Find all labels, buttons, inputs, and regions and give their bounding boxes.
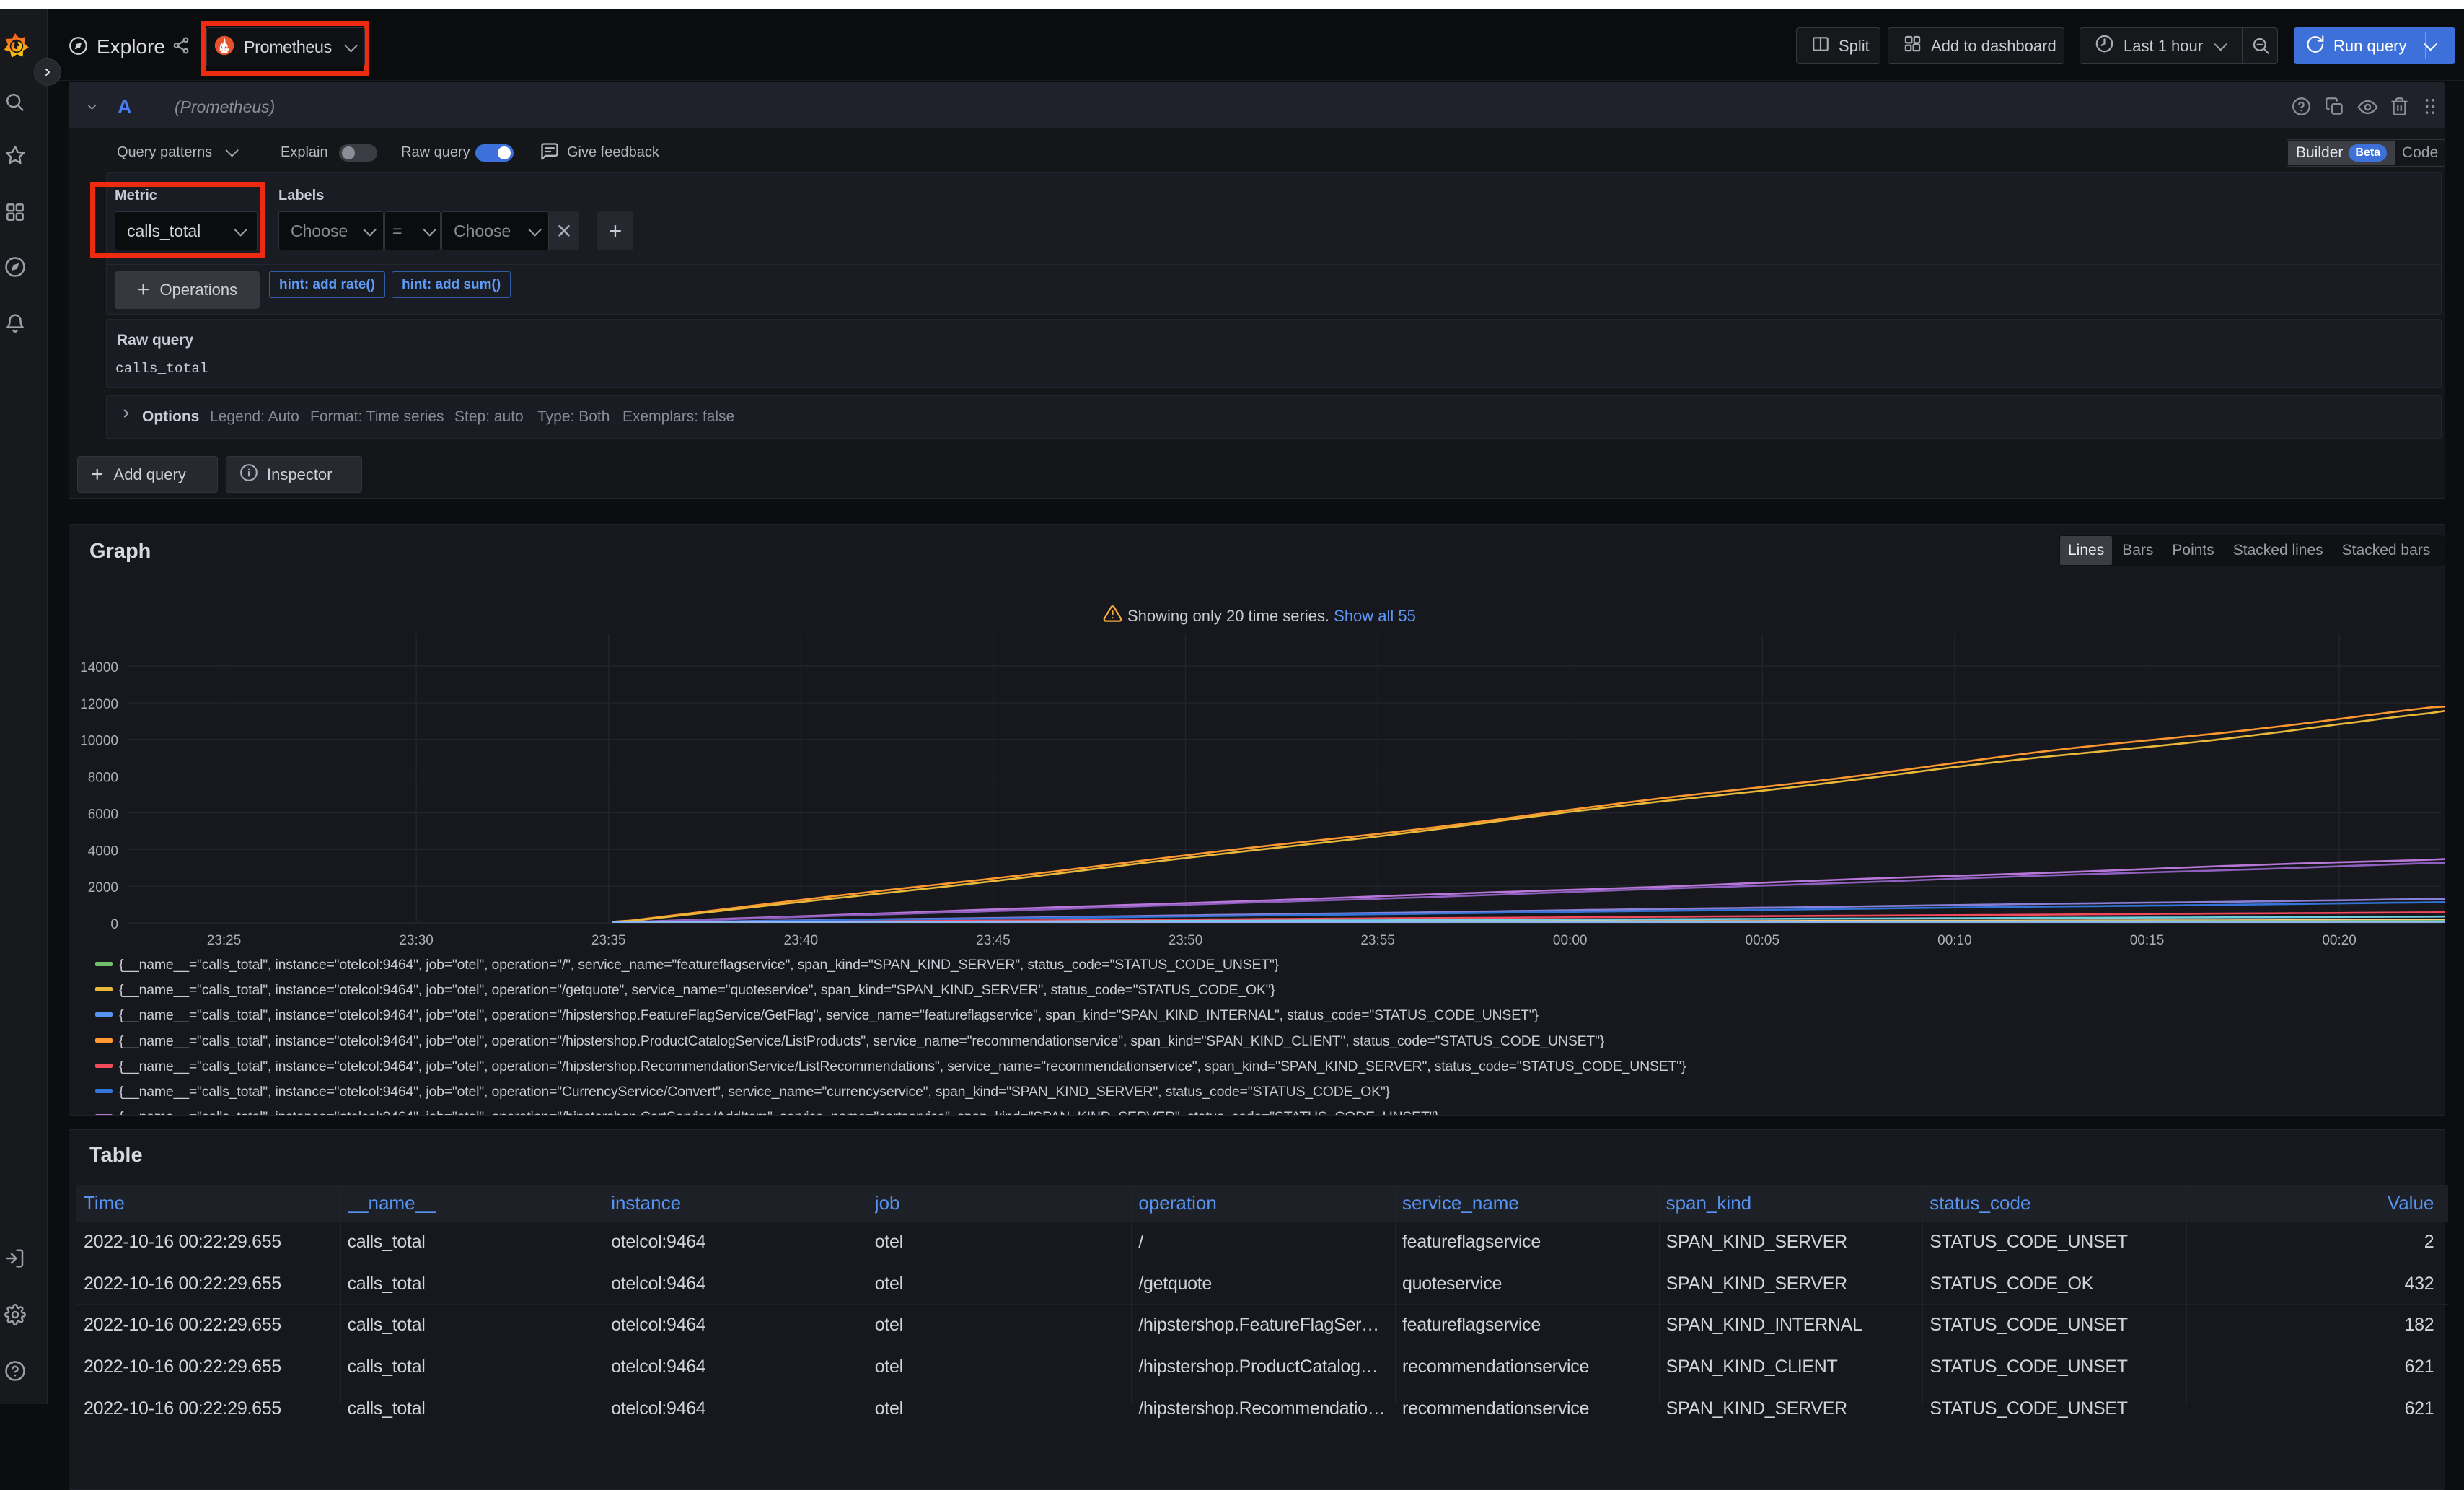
svg-text:14000: 14000: [80, 660, 118, 675]
svg-text:00:00: 00:00: [1553, 933, 1588, 948]
svg-text:00:15: 00:15: [2130, 933, 2165, 948]
svg-text:4000: 4000: [88, 843, 118, 859]
svg-text:23:55: 23:55: [1360, 933, 1395, 948]
svg-text:00:20: 00:20: [2322, 933, 2357, 948]
svg-text:00:10: 00:10: [1937, 933, 1972, 948]
svg-text:2000: 2000: [88, 880, 118, 895]
svg-text:0: 0: [110, 917, 118, 932]
svg-text:10000: 10000: [80, 734, 118, 749]
svg-text:23:30: 23:30: [399, 933, 434, 948]
svg-text:23:40: 23:40: [784, 933, 819, 948]
svg-text:23:50: 23:50: [1169, 933, 1203, 948]
svg-text:23:25: 23:25: [207, 933, 242, 948]
svg-text:8000: 8000: [88, 771, 118, 786]
svg-text:6000: 6000: [88, 807, 118, 822]
svg-text:12000: 12000: [80, 697, 118, 712]
svg-text:23:45: 23:45: [976, 933, 1011, 948]
svg-text:23:35: 23:35: [591, 933, 626, 948]
svg-text:00:05: 00:05: [1746, 933, 1780, 948]
